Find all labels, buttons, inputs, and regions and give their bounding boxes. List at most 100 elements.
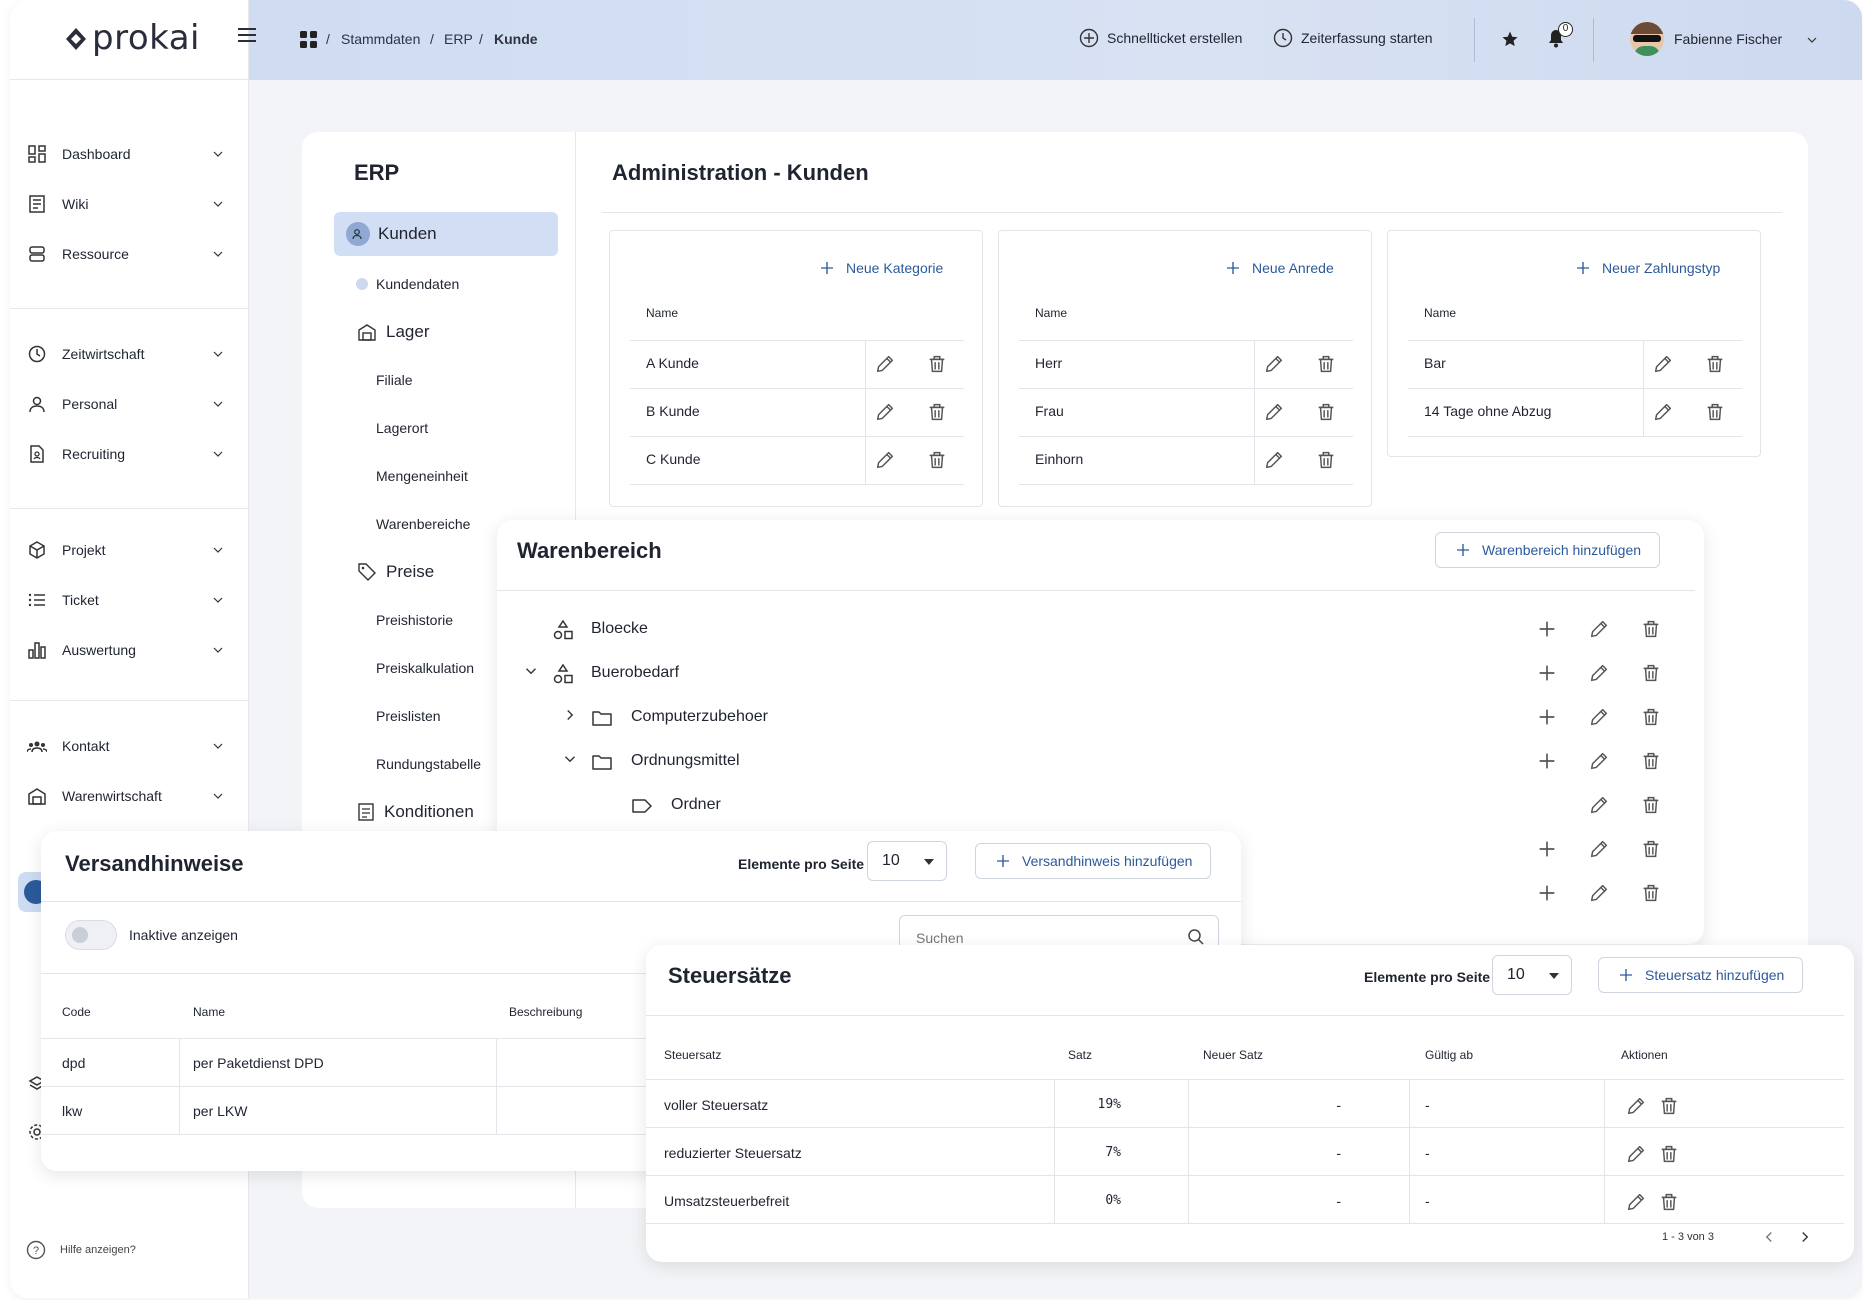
sidebar-item-personal[interactable]: Personal bbox=[26, 384, 236, 424]
new-category-button[interactable]: Neue Kategorie bbox=[818, 259, 943, 277]
edit-icon[interactable] bbox=[1588, 662, 1610, 684]
add-child-icon[interactable] bbox=[1536, 706, 1558, 728]
help-toggle[interactable]: ? Hilfe anzeigen? bbox=[26, 1240, 136, 1260]
delete-icon[interactable] bbox=[1640, 794, 1662, 816]
edit-icon[interactable] bbox=[1588, 750, 1610, 772]
tree-node-bloecke[interactable]: Bloecke bbox=[591, 620, 648, 638]
menu-icon[interactable] bbox=[238, 28, 256, 42]
edit-icon[interactable] bbox=[1588, 882, 1610, 904]
sidebar-item-recruiting[interactable]: Recruiting bbox=[26, 434, 236, 474]
chevron-right-icon[interactable] bbox=[561, 706, 579, 724]
erp-nav-lager[interactable]: Lager bbox=[358, 322, 429, 342]
delete-icon[interactable] bbox=[926, 353, 948, 375]
inactive-toggle[interactable] bbox=[65, 920, 117, 950]
edit-icon[interactable] bbox=[874, 401, 896, 423]
edit-icon[interactable] bbox=[1588, 838, 1610, 860]
edit-icon[interactable] bbox=[874, 353, 896, 375]
add-child-icon[interactable] bbox=[1536, 618, 1558, 640]
delete-icon[interactable] bbox=[1640, 706, 1662, 728]
erp-nav-kundendaten[interactable]: Kundendaten bbox=[376, 276, 459, 292]
add-child-icon[interactable] bbox=[1536, 882, 1558, 904]
erp-nav-warenbereiche[interactable]: Warenbereiche bbox=[376, 516, 470, 532]
edit-icon[interactable] bbox=[1625, 1191, 1647, 1213]
new-payment-type-button[interactable]: Neuer Zahlungstyp bbox=[1574, 259, 1720, 277]
sidebar-item-ressource[interactable]: Ressource bbox=[26, 234, 236, 274]
user-name[interactable]: Fabienne Fischer bbox=[1674, 31, 1782, 47]
tree-node-buerobedarf[interactable]: Buerobedarf bbox=[591, 664, 679, 682]
chevron-down-icon[interactable] bbox=[1804, 32, 1820, 48]
erp-nav-preislisten[interactable]: Preislisten bbox=[376, 708, 441, 724]
tree-node-ordnungsmittel[interactable]: Ordnungsmittel bbox=[631, 752, 740, 770]
delete-icon[interactable] bbox=[1640, 838, 1662, 860]
new-salutation-button[interactable]: Neue Anrede bbox=[1224, 259, 1334, 277]
quick-ticket-button[interactable]: Schnellticket erstellen bbox=[1079, 28, 1242, 48]
chevron-left-icon[interactable] bbox=[1760, 1228, 1778, 1246]
delete-icon[interactable] bbox=[1640, 882, 1662, 904]
sidebar-item-zeitwirtschaft[interactable]: Zeitwirtschaft bbox=[26, 334, 236, 374]
delete-icon[interactable] bbox=[1704, 353, 1726, 375]
chevron-down-icon[interactable] bbox=[561, 750, 579, 768]
add-child-icon[interactable] bbox=[1536, 750, 1558, 772]
erp-nav-preiskalkulation[interactable]: Preiskalkulation bbox=[376, 660, 474, 676]
tree-node-computerzubehoer[interactable]: Computerzubehoer bbox=[631, 708, 768, 726]
edit-icon[interactable] bbox=[1588, 794, 1610, 816]
add-warenbereich-button[interactable]: Warenbereich hinzufügen bbox=[1435, 532, 1661, 568]
edit-icon[interactable] bbox=[1652, 401, 1674, 423]
delete-icon[interactable] bbox=[1315, 353, 1337, 375]
apps-grid-icon[interactable] bbox=[300, 31, 317, 53]
edit-icon[interactable] bbox=[1625, 1095, 1647, 1117]
breadcrumb-erp[interactable]: ERP bbox=[444, 31, 473, 47]
chevron-right-icon[interactable] bbox=[1796, 1228, 1814, 1246]
kategorie-box: Neue Kategorie Name A Kunde B Kunde C Ku… bbox=[609, 230, 983, 507]
add-steuersatz-button[interactable]: Steuersatz hinzufügen bbox=[1598, 957, 1804, 993]
delete-icon[interactable] bbox=[1658, 1143, 1680, 1165]
erp-nav-konditionen[interactable]: Konditionen bbox=[358, 802, 474, 822]
edit-icon[interactable] bbox=[1588, 706, 1610, 728]
delete-icon[interactable] bbox=[1315, 401, 1337, 423]
tree-node-ordner[interactable]: Ordner bbox=[671, 796, 721, 814]
add-child-icon[interactable] bbox=[1536, 838, 1558, 860]
time-tracking-button[interactable]: Zeiterfassung starten bbox=[1273, 28, 1433, 48]
items-per-page-select[interactable]: 10 bbox=[867, 841, 947, 881]
edit-icon[interactable] bbox=[1652, 353, 1674, 375]
edit-icon[interactable] bbox=[1588, 618, 1610, 640]
delete-icon[interactable] bbox=[1658, 1095, 1680, 1117]
add-child-icon[interactable] bbox=[1536, 662, 1558, 684]
topbar-divider bbox=[1474, 18, 1475, 62]
sidebar-item-warenwirtschaft[interactable]: Warenwirtschaft bbox=[26, 776, 236, 816]
delete-icon[interactable] bbox=[1658, 1191, 1680, 1213]
delete-icon[interactable] bbox=[1704, 401, 1726, 423]
star-icon[interactable] bbox=[1501, 30, 1519, 53]
delete-icon[interactable] bbox=[1640, 618, 1662, 640]
breadcrumb-stammdaten[interactable]: Stammdaten bbox=[341, 31, 420, 47]
erp-nav-rundungstabelle[interactable]: Rundungstabelle bbox=[376, 756, 481, 772]
edit-icon[interactable] bbox=[1263, 401, 1285, 423]
delete-icon[interactable] bbox=[1315, 449, 1337, 471]
sidebar-item-projekt[interactable]: Projekt bbox=[26, 530, 236, 570]
sidebar-item-wiki[interactable]: Wiki bbox=[26, 184, 236, 224]
chevron-down-icon[interactable] bbox=[522, 662, 540, 680]
delete-icon[interactable] bbox=[926, 449, 948, 471]
erp-nav-preishistorie[interactable]: Preishistorie bbox=[376, 612, 453, 628]
sidebar-item-ticket[interactable]: Ticket bbox=[26, 580, 236, 620]
delete-icon[interactable] bbox=[1640, 750, 1662, 772]
edit-icon[interactable] bbox=[1263, 353, 1285, 375]
items-per-page-select[interactable]: 10 bbox=[1492, 955, 1572, 995]
sidebar-item-kontakt[interactable]: Kontakt bbox=[26, 726, 236, 766]
edit-icon[interactable] bbox=[1263, 449, 1285, 471]
sidebar-item-dashboard[interactable]: Dashboard bbox=[26, 134, 236, 174]
add-versandhinweis-button[interactable]: Versandhinweis hinzufügen bbox=[975, 843, 1212, 879]
app-logo[interactable]: prokai bbox=[92, 18, 200, 58]
edit-icon[interactable] bbox=[1625, 1143, 1647, 1165]
erp-nav-mengeneinheit[interactable]: Mengeneinheit bbox=[376, 468, 468, 484]
delete-icon[interactable] bbox=[1640, 662, 1662, 684]
delete-icon[interactable] bbox=[926, 401, 948, 423]
erp-nav-kunden[interactable]: Kunden bbox=[334, 212, 558, 256]
erp-nav-filiale[interactable]: Filiale bbox=[376, 372, 413, 388]
erp-nav-lagerort[interactable]: Lagerort bbox=[376, 420, 428, 436]
erp-nav-preise[interactable]: Preise bbox=[358, 562, 434, 582]
sidebar-item-label: Warenwirtschaft bbox=[62, 788, 162, 804]
edit-icon[interactable] bbox=[874, 449, 896, 471]
avatar[interactable] bbox=[1630, 22, 1664, 56]
sidebar-item-auswertung[interactable]: Auswertung bbox=[26, 630, 236, 670]
